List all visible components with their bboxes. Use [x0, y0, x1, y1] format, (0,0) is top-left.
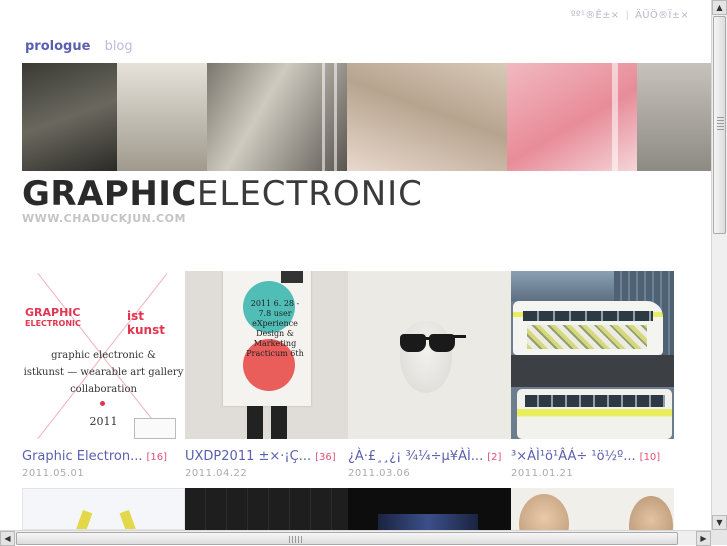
post-thumbnail[interactable] [185, 488, 348, 530]
utility-link-1[interactable]: ºº¹®Ê±× [571, 10, 620, 21]
thumbnail-graphic [424, 337, 431, 340]
thumbnail-text: graphic electronic & istkunst — wearable… [23, 350, 184, 395]
post-date: 2011.01.21 [511, 468, 574, 479]
scroll-up-button[interactable]: ▲ [712, 0, 727, 15]
grip-icon [717, 117, 724, 131]
scroll-left-button[interactable]: ◀ [0, 531, 15, 546]
post-thumbnail[interactable] [511, 271, 674, 439]
utility-link-2[interactable]: ÄÜÖ®Ï±× [635, 10, 689, 21]
grip-icon [289, 536, 303, 543]
thumbnail-graphic [378, 514, 478, 530]
thumbnail-graphic [400, 321, 452, 393]
thumbnail-graphic [281, 271, 303, 283]
thumbnail-graphic [519, 494, 569, 530]
post-title-link[interactable]: Graphic Electron... [22, 449, 143, 464]
arrow-down-icon: ▼ [716, 518, 723, 527]
portfolio-card: 2011 6. 28 - 7.8 user eXperience Design … [185, 271, 348, 479]
portfolio-card: GRAPHIC ELECTRONIC ist kunst graphic elec… [22, 271, 185, 479]
scrollbar-corner [711, 530, 727, 545]
nav-blog[interactable]: blog [105, 39, 133, 54]
thumbnail-graphic [452, 335, 466, 338]
arrow-up-icon: ▲ [716, 3, 723, 12]
thumbnail-graphic [75, 509, 93, 529]
post-thumbnail[interactable] [511, 488, 674, 530]
post-image-count: [10] [639, 452, 661, 463]
thumbnail-text: 2011 6. 28 - 7.8 user eXperience Design … [246, 299, 304, 358]
portfolio-card: ¿À·£¸¸¿¡ ¾¼÷µ¥ÀÌ... [2] 2011.03.06 [348, 271, 511, 479]
arrow-right-icon: ▶ [700, 534, 707, 543]
logo-graphic: GRAPHIC [22, 174, 197, 214]
thumbnail-text: ist kunst [127, 309, 165, 337]
thumbnail-graphic [134, 418, 176, 439]
browser-viewport: ºº¹®Ê±× | ÄÜÖ®Ï±× prologue blog GRAPHICELE… [0, 0, 711, 530]
post-title-row: ¿À·£¸¸¿¡ ¾¼÷µ¥ÀÌ... [2] [348, 449, 511, 464]
banner-panel [637, 63, 711, 171]
post-image-count: [2] [487, 452, 502, 463]
utility-links: ºº¹®Ê±× | ÄÜÖ®Ï±× [565, 10, 689, 21]
logo-electronic: ELECTRONIC [196, 174, 423, 214]
banner-panel [22, 63, 117, 171]
post-date: 2011.03.06 [348, 468, 411, 479]
banner-panel [117, 63, 207, 171]
nav-prologue[interactable]: prologue [25, 39, 90, 54]
post-image-count: [36] [315, 452, 336, 463]
site-logo[interactable]: GRAPHICELECTRONIC [22, 176, 423, 212]
scroll-down-button[interactable]: ▼ [712, 515, 727, 530]
main-nav: prologue blog [25, 39, 133, 54]
post-thumbnail[interactable] [22, 488, 185, 530]
post-title-row: Graphic Electron... [16] [22, 449, 185, 464]
post-image-count: [16] [146, 452, 168, 463]
header-banner-image [22, 63, 711, 171]
post-date: 2011.04.22 [185, 468, 248, 479]
banner-detail [322, 63, 325, 171]
horizontal-scroll-thumb[interactable] [16, 532, 678, 545]
thumbnail-graphic [400, 334, 426, 352]
post-thumbnail[interactable] [348, 488, 511, 530]
thumbnail-graphic [247, 406, 287, 439]
banner-detail [612, 63, 618, 171]
thumbnail-graphic [100, 401, 105, 406]
thumbnail-graphic [511, 355, 674, 387]
thumbnail-text: GRAPHIC ELECTRONIC [25, 306, 81, 328]
portfolio-card: ³×ÀÌ¹ö¹ÂÁ÷ ¹ö½º... [10] 2011.01.21 [511, 271, 674, 479]
thumbnail-graphic [119, 509, 137, 529]
site-url: WWW.CHADUCKJUN.COM [22, 212, 186, 225]
horizontal-scrollbar[interactable]: ◀ ▶ [0, 530, 711, 546]
post-title-row: ³×ÀÌ¹ö¹ÂÁ÷ ¹ö½º... [10] [511, 449, 674, 464]
post-thumbnail[interactable]: 2011 6. 28 - 7.8 user eXperience Design … [185, 271, 348, 439]
banner-panel [207, 63, 347, 171]
post-thumbnail[interactable]: GRAPHIC ELECTRONIC ist kunst graphic elec… [22, 271, 185, 439]
post-title-link[interactable]: ³×ÀÌ¹ö¹ÂÁ÷ ¹ö½º... [511, 449, 636, 464]
vertical-scroll-thumb[interactable] [713, 16, 726, 234]
post-title-row: UXDP2011 ±×·¡Ç... [36] [185, 449, 348, 464]
scroll-right-button[interactable]: ▶ [696, 531, 711, 546]
post-title-link[interactable]: ¿À·£¸¸¿¡ ¾¼÷µ¥ÀÌ... [348, 449, 483, 464]
thumbnail-graphic [629, 496, 673, 530]
thumbnail-graphic [517, 389, 672, 439]
vertical-scrollbar[interactable]: ▲ ▼ [711, 0, 727, 530]
utility-separator: | [625, 10, 630, 21]
arrow-left-icon: ◀ [4, 534, 11, 543]
banner-panel [347, 63, 507, 171]
post-title-link[interactable]: UXDP2011 ±×·¡Ç... [185, 449, 311, 464]
banner-detail [334, 63, 337, 171]
post-date: 2011.05.01 [22, 468, 85, 479]
thumbnail-graphic [513, 301, 663, 355]
post-thumbnail[interactable] [348, 271, 511, 439]
